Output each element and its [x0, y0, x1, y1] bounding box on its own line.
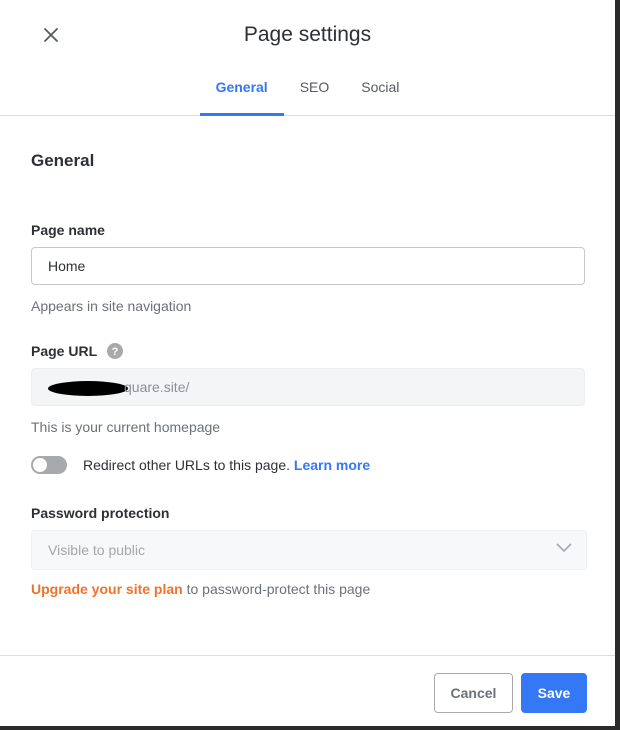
redirect-text: Redirect other URLs to this page. Learn …	[83, 457, 370, 473]
upgrade-note: Upgrade your site plan to password-prote…	[31, 581, 370, 597]
dialog-footer: Cancel Save	[0, 655, 615, 727]
page-settings-dialog: Page settings General SEO Social General…	[0, 0, 615, 726]
dialog-header: Page settings General SEO Social	[0, 0, 615, 116]
page-name-label: Page name	[31, 222, 105, 238]
page-name-value: Home	[48, 258, 86, 274]
upgrade-link[interactable]: Upgrade your site plan	[31, 581, 183, 597]
upgrade-text: to password-protect this page	[182, 581, 371, 597]
page-url-help: This is your current homepage	[31, 419, 221, 435]
page-url-field[interactable]: quare.site/	[31, 368, 585, 406]
help-icon[interactable]: ?	[106, 343, 123, 359]
page-name-input[interactable]: Home	[31, 247, 585, 285]
password-label: Password protection	[31, 505, 170, 521]
tab-social[interactable]: Social	[345, 79, 415, 115]
tab-general[interactable]: General	[199, 79, 284, 116]
page-name-help: Appears in site navigation	[31, 298, 192, 314]
svg-text:?: ?	[111, 346, 118, 358]
redirect-label: Redirect other URLs to this page.	[83, 457, 290, 473]
tab-bar: General SEO Social	[0, 79, 615, 116]
dialog-title: Page settings	[243, 23, 372, 46]
redaction-mark	[48, 380, 128, 396]
page-url-value: quare.site/	[124, 379, 190, 395]
cancel-button[interactable]: Cancel	[434, 673, 513, 713]
password-select[interactable]: Visible to public	[31, 530, 587, 570]
password-selected: Visible to public	[48, 542, 146, 558]
page-url-label: Page URL ?	[31, 343, 123, 359]
learn-more-link[interactable]: Learn more	[294, 457, 370, 473]
tab-seo[interactable]: SEO	[284, 79, 346, 115]
chevron-down-icon	[556, 543, 572, 553]
redirect-toggle[interactable]	[31, 456, 67, 474]
section-title: General	[31, 151, 95, 170]
save-button[interactable]: Save	[521, 673, 587, 713]
toggle-knob	[33, 458, 47, 472]
page-url-label-text: Page URL	[31, 343, 97, 359]
